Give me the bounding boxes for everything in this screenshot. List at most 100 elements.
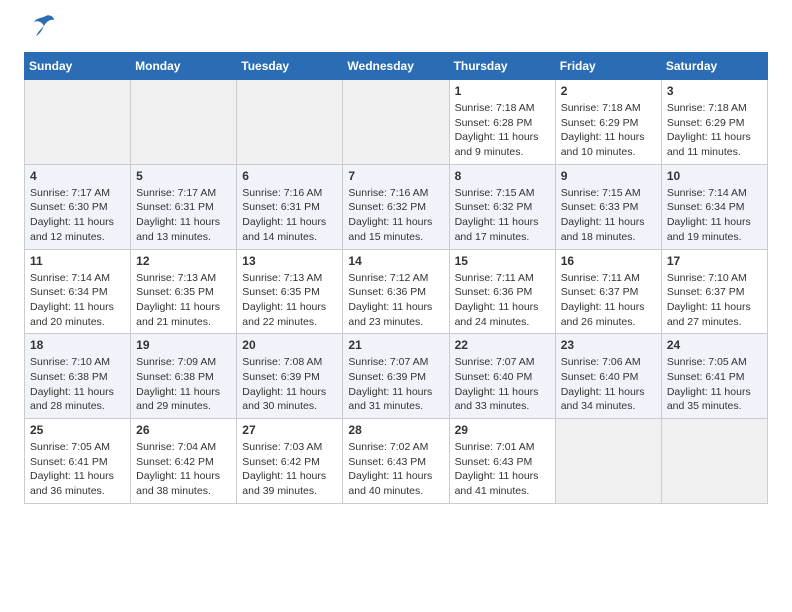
day-info: Sunrise: 7:08 AM Sunset: 6:39 PM Dayligh… — [242, 355, 337, 414]
day-of-week-header: Monday — [131, 53, 237, 80]
calendar-cell: 12Sunrise: 7:13 AM Sunset: 6:35 PM Dayli… — [131, 249, 237, 334]
day-of-week-header: Wednesday — [343, 53, 449, 80]
calendar-week-row: 11 Sunrise: 7:14 AM Sunset: 6:34 PM Dayli… — [25, 249, 768, 334]
calendar-cell: 6 Sunrise: 7:16 AM Sunset: 6:31 PM Daylig… — [237, 164, 343, 249]
calendar-week-row: 18 Sunrise: 7:10 AM Sunset: 6:38 PM Dayli… — [25, 334, 768, 419]
calendar-cell — [25, 80, 131, 165]
calendar-cell: 26Sunrise: 7:04 AM Sunset: 6:42 PM Dayli… — [131, 419, 237, 504]
calendar-cell: 2 Sunrise: 7:18 AM Sunset: 6:29 PM Daylig… — [555, 80, 661, 165]
calendar-cell: 11 Sunrise: 7:14 AM Sunset: 6:34 PM Dayli… — [25, 249, 131, 334]
calendar-cell — [661, 419, 767, 504]
days-of-week-row: SundayMondayTuesdayWednesdayThursdayFrid… — [25, 53, 768, 80]
calendar-header: SundayMondayTuesdayWednesdayThursdayFrid… — [25, 53, 768, 80]
calendar-cell: 14Sunrise: 7:12 AM Sunset: 6:36 PM Dayli… — [343, 249, 449, 334]
day-info: Sunrise: 7:13 AM Sunset: 6:35 PM Dayligh… — [242, 271, 337, 330]
day-number: 3 — [667, 84, 762, 98]
day-info: Sunrise: 7:04 AM Sunset: 6:42 PM Dayligh… — [136, 440, 231, 499]
calendar-cell — [131, 80, 237, 165]
day-number: 8 — [455, 169, 550, 183]
day-number: 27 — [242, 423, 337, 437]
day-number: 13 — [242, 254, 337, 268]
calendar-body: 1Sunrise: 7:18 AM Sunset: 6:28 PM Daylig… — [25, 80, 768, 504]
day-info: Sunrise: 7:14 AM Sunset: 6:34 PM Dayligh… — [30, 271, 125, 330]
day-number: 2 — [561, 84, 656, 98]
day-info: Sunrise: 7:18 AM Sunset: 6:29 PM Dayligh… — [561, 101, 656, 160]
day-info: Sunrise: 7:17 AM Sunset: 6:31 PM Dayligh… — [136, 186, 231, 245]
day-info: Sunrise: 7:16 AM Sunset: 6:32 PM Dayligh… — [348, 186, 443, 245]
day-of-week-header: Tuesday — [237, 53, 343, 80]
day-info: Sunrise: 7:02 AM Sunset: 6:43 PM Dayligh… — [348, 440, 443, 499]
day-info: Sunrise: 7:05 AM Sunset: 6:41 PM Dayligh… — [667, 355, 762, 414]
calendar-cell: 18 Sunrise: 7:10 AM Sunset: 6:38 PM Dayli… — [25, 334, 131, 419]
day-number: 23 — [561, 338, 656, 352]
day-info: Sunrise: 7:05 AM Sunset: 6:41 PM Dayligh… — [30, 440, 125, 499]
day-number: 22 — [455, 338, 550, 352]
calendar-cell: 21 Sunrise: 7:07 AM Sunset: 6:39 PM Dayli… — [343, 334, 449, 419]
day-number: 21 — [348, 338, 443, 352]
calendar-cell: 8Sunrise: 7:15 AM Sunset: 6:32 PM Daylig… — [449, 164, 555, 249]
day-info: Sunrise: 7:03 AM Sunset: 6:42 PM Dayligh… — [242, 440, 337, 499]
day-number: 29 — [455, 423, 550, 437]
calendar-cell: 15 Sunrise: 7:11 AM Sunset: 6:36 PM Dayli… — [449, 249, 555, 334]
day-number: 24 — [667, 338, 762, 352]
day-number: 9 — [561, 169, 656, 183]
day-number: 28 — [348, 423, 443, 437]
calendar-cell: 16Sunrise: 7:11 AM Sunset: 6:37 PM Dayli… — [555, 249, 661, 334]
day-info: Sunrise: 7:06 AM Sunset: 6:40 PM Dayligh… — [561, 355, 656, 414]
day-number: 4 — [30, 169, 125, 183]
calendar-cell: 17 Sunrise: 7:10 AM Sunset: 6:37 PM Dayli… — [661, 249, 767, 334]
calendar-cell: 4 Sunrise: 7:17 AM Sunset: 6:30 PM Daylig… — [25, 164, 131, 249]
calendar-cell: 22 Sunrise: 7:07 AM Sunset: 6:40 PM Dayli… — [449, 334, 555, 419]
day-number: 5 — [136, 169, 231, 183]
calendar-week-row: 25 Sunrise: 7:05 AM Sunset: 6:41 PM Dayli… — [25, 419, 768, 504]
calendar-cell: 19 Sunrise: 7:09 AM Sunset: 6:38 PM Dayli… — [131, 334, 237, 419]
day-number: 17 — [667, 254, 762, 268]
calendar-cell: 9Sunrise: 7:15 AM Sunset: 6:33 PM Daylig… — [555, 164, 661, 249]
day-info: Sunrise: 7:09 AM Sunset: 6:38 PM Dayligh… — [136, 355, 231, 414]
day-number: 7 — [348, 169, 443, 183]
logo — [24, 24, 56, 42]
calendar-cell: 20 Sunrise: 7:08 AM Sunset: 6:39 PM Dayli… — [237, 334, 343, 419]
day-of-week-header: Sunday — [25, 53, 131, 80]
calendar-cell: 23 Sunrise: 7:06 AM Sunset: 6:40 PM Dayli… — [555, 334, 661, 419]
calendar-cell: 13 Sunrise: 7:13 AM Sunset: 6:35 PM Dayli… — [237, 249, 343, 334]
day-info: Sunrise: 7:18 AM Sunset: 6:29 PM Dayligh… — [667, 101, 762, 160]
day-info: Sunrise: 7:12 AM Sunset: 6:36 PM Dayligh… — [348, 271, 443, 330]
calendar-cell — [343, 80, 449, 165]
calendar-cell: 29Sunrise: 7:01 AM Sunset: 6:43 PM Dayli… — [449, 419, 555, 504]
day-number: 25 — [30, 423, 125, 437]
day-info: Sunrise: 7:11 AM Sunset: 6:36 PM Dayligh… — [455, 271, 550, 330]
calendar-cell: 27 Sunrise: 7:03 AM Sunset: 6:42 PM Dayli… — [237, 419, 343, 504]
day-info: Sunrise: 7:10 AM Sunset: 6:37 PM Dayligh… — [667, 271, 762, 330]
calendar-cell — [237, 80, 343, 165]
day-number: 16 — [561, 254, 656, 268]
day-number: 15 — [455, 254, 550, 268]
calendar-cell: 24 Sunrise: 7:05 AM Sunset: 6:41 PM Dayli… — [661, 334, 767, 419]
day-info: Sunrise: 7:14 AM Sunset: 6:34 PM Dayligh… — [667, 186, 762, 245]
day-number: 11 — [30, 254, 125, 268]
calendar-cell: 5 Sunrise: 7:17 AM Sunset: 6:31 PM Daylig… — [131, 164, 237, 249]
day-of-week-header: Thursday — [449, 53, 555, 80]
day-number: 1 — [455, 84, 550, 98]
day-number: 19 — [136, 338, 231, 352]
page-header — [24, 20, 768, 42]
day-info: Sunrise: 7:17 AM Sunset: 6:30 PM Dayligh… — [30, 186, 125, 245]
calendar-cell: 7 Sunrise: 7:16 AM Sunset: 6:32 PM Daylig… — [343, 164, 449, 249]
calendar-table: SundayMondayTuesdayWednesdayThursdayFrid… — [24, 52, 768, 504]
calendar-cell: 3 Sunrise: 7:18 AM Sunset: 6:29 PM Daylig… — [661, 80, 767, 165]
day-info: Sunrise: 7:07 AM Sunset: 6:40 PM Dayligh… — [455, 355, 550, 414]
day-info: Sunrise: 7:07 AM Sunset: 6:39 PM Dayligh… — [348, 355, 443, 414]
calendar-cell: 28 Sunrise: 7:02 AM Sunset: 6:43 PM Dayli… — [343, 419, 449, 504]
day-number: 12 — [136, 254, 231, 268]
day-number: 6 — [242, 169, 337, 183]
day-of-week-header: Friday — [555, 53, 661, 80]
calendar-week-row: 4 Sunrise: 7:17 AM Sunset: 6:30 PM Daylig… — [25, 164, 768, 249]
calendar-cell — [555, 419, 661, 504]
calendar-cell: 25 Sunrise: 7:05 AM Sunset: 6:41 PM Dayli… — [25, 419, 131, 504]
day-number: 18 — [30, 338, 125, 352]
calendar-cell: 1Sunrise: 7:18 AM Sunset: 6:28 PM Daylig… — [449, 80, 555, 165]
day-number: 20 — [242, 338, 337, 352]
logo-bird-icon — [26, 14, 56, 42]
day-info: Sunrise: 7:16 AM Sunset: 6:31 PM Dayligh… — [242, 186, 337, 245]
day-info: Sunrise: 7:10 AM Sunset: 6:38 PM Dayligh… — [30, 355, 125, 414]
